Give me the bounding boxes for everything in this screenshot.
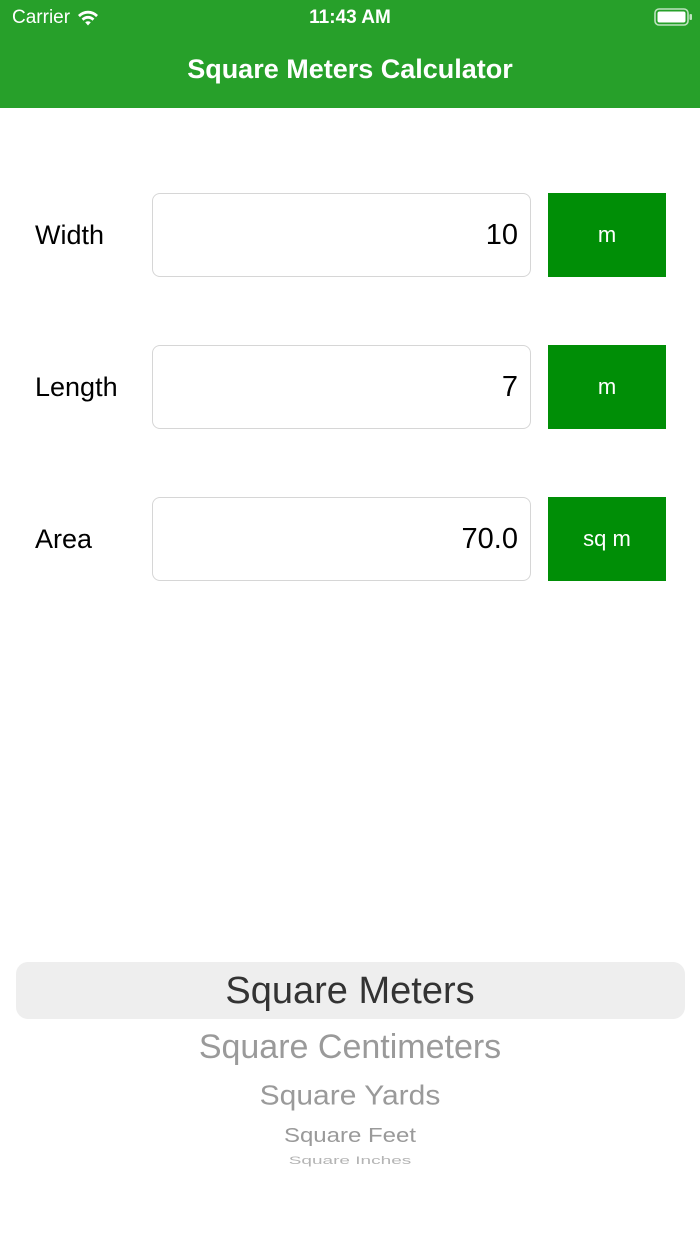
battery-icon [654,8,692,26]
picker-option-square-yards[interactable]: Square Yards [0,1080,700,1111]
length-unit-button[interactable]: m [548,345,666,429]
page-title: Square Meters Calculator [187,54,513,84]
status-bar: Carrier 11:43 AM [0,0,700,36]
area-unit-button[interactable]: sq m [548,497,666,581]
unit-picker[interactable]: Square Meters Square Centimeters Square … [0,940,700,1190]
area-output[interactable] [152,497,531,581]
picker-option-square-feet[interactable]: Square Feet [0,1124,700,1148]
length-label: Length [35,372,118,402]
area-row: Area sq m [0,497,700,581]
width-input[interactable] [152,193,531,277]
status-time: 11:43 AM [309,7,391,28]
width-row: Width m [0,193,700,277]
picker-option-square-centimeters[interactable]: Square Centimeters [0,1028,700,1067]
picker-option-square-meters[interactable]: Square Meters [0,970,700,1013]
picker-option-square-inches[interactable]: Square Inches [0,1154,700,1167]
width-label: Width [35,220,105,250]
navigation-header: Carrier 11:43 AM Square Meters Calculato… [0,0,700,108]
length-input[interactable] [152,345,531,429]
width-unit-button[interactable]: m [548,193,666,277]
length-row: Length m [0,345,700,429]
area-label: Area [35,524,93,554]
